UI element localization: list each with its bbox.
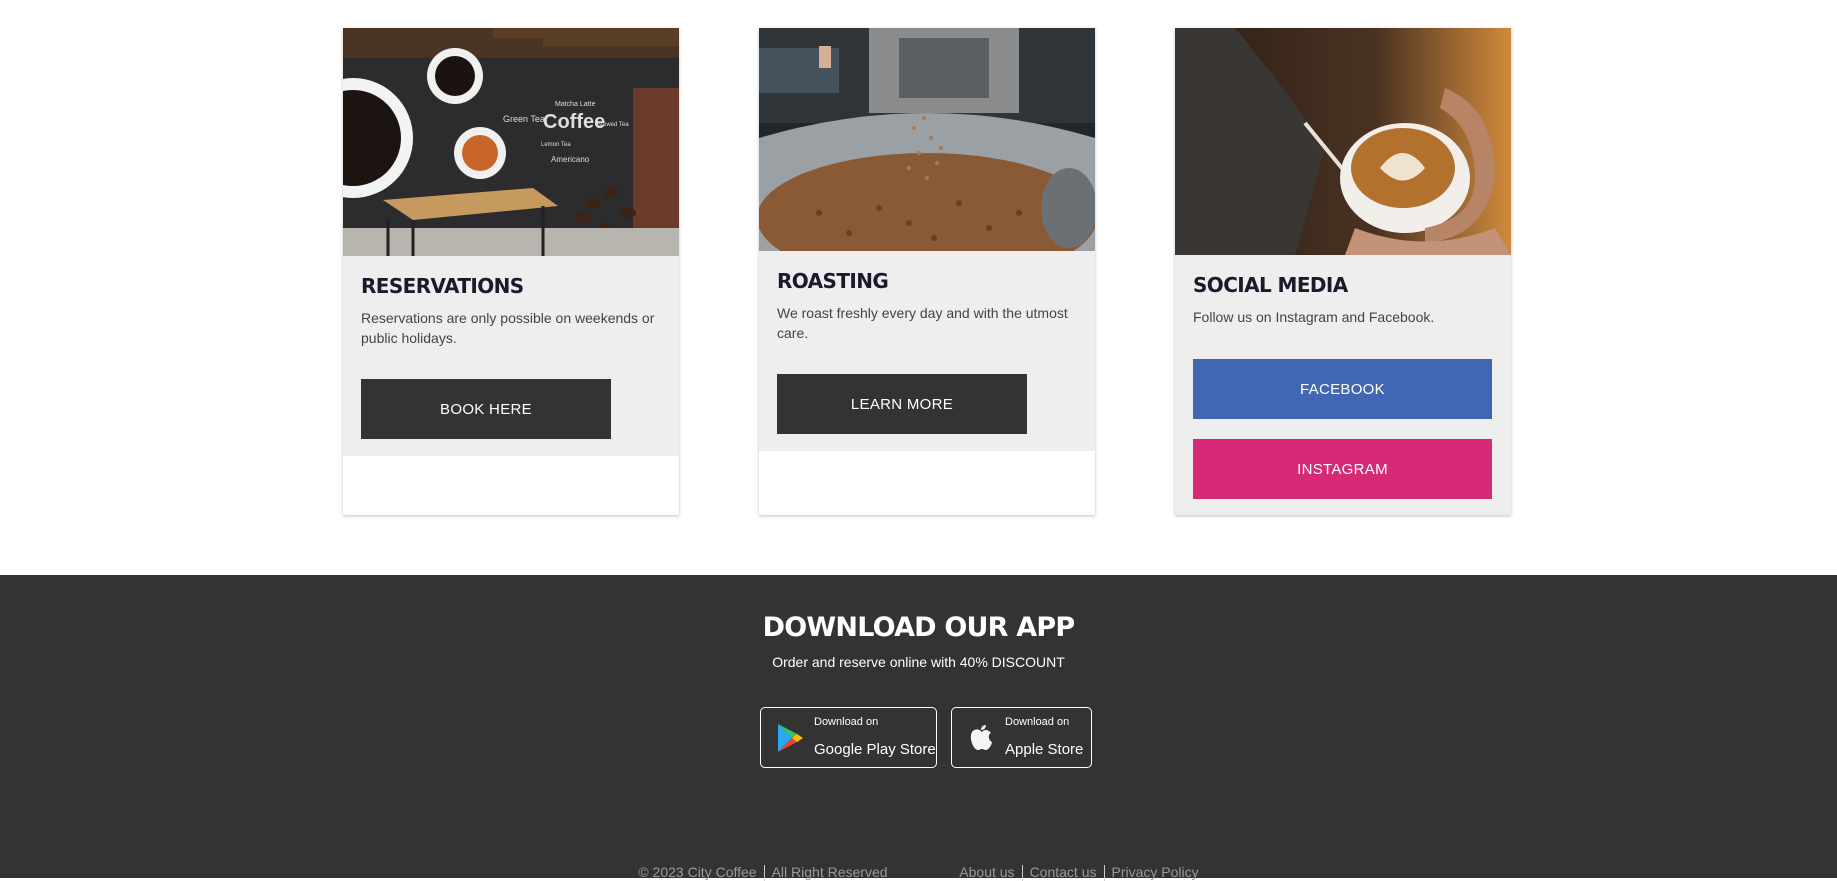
svg-text:Matcha Latte: Matcha Latte [555, 101, 596, 108]
apple-store-button[interactable]: Download on Apple Store [951, 707, 1092, 768]
footer-bottom-bar: © 2023 City Coffee All Right Reserved Abo… [0, 864, 1837, 881]
card-title: RESERVATIONS [361, 274, 524, 298]
svg-text:Coffee: Coffee [543, 111, 605, 133]
store-small-label: Download on [814, 716, 879, 728]
card-title: ROASTING [777, 269, 889, 293]
svg-text:Green Tea: Green Tea [503, 114, 545, 124]
coffee-roaster-image [759, 28, 1095, 251]
google-play-icon [778, 724, 803, 752]
instagram-button[interactable]: INSTAGRAM [1193, 439, 1492, 499]
svg-text:Lemon Tea: Lemon Tea [541, 142, 571, 148]
facebook-button[interactable]: FACEBOOK [1193, 359, 1492, 419]
book-here-button[interactable]: BOOK HERE [361, 379, 611, 439]
footer: DOWNLOAD OUR APP Order and reserve onlin… [0, 575, 1837, 881]
store-name: Apple Store [1005, 741, 1084, 758]
reservations-card: Coffee Green Tea Matcha Latte Americano … [343, 28, 679, 515]
store-small-label: Download on [1005, 716, 1070, 728]
social-media-card: SOCIAL MEDIA Follow us on Instagram and … [1175, 28, 1511, 515]
learn-more-button[interactable]: LEARN MORE [777, 374, 1027, 434]
cafe-interior-image: Coffee Green Tea Matcha Latte Americano … [343, 28, 679, 256]
roasting-card: ROASTING We roast freshly every day and … [759, 28, 1095, 515]
download-app-title: DOWNLOAD OUR APP [762, 612, 1075, 643]
download-app-subtitle: Order and reserve online with 40% DISCOU… [772, 654, 1065, 670]
card-text: We roast freshly every day and with the … [777, 305, 1068, 341]
card-text: Follow us on Instagram and Facebook. [1193, 309, 1435, 325]
google-play-store-button[interactable]: Download on Google Play Store [760, 707, 937, 768]
cards-section: Coffee Green Tea Matcha Latte Americano … [0, 0, 1837, 575]
svg-text:Americano: Americano [551, 155, 590, 164]
card-title: SOCIAL MEDIA [1193, 273, 1348, 297]
apple-icon [970, 725, 992, 750]
card-text: Reservations are only possible on weeken… [361, 310, 655, 346]
latte-art-image [1175, 28, 1511, 255]
svg-text:Brewed Tea: Brewed Tea [597, 122, 629, 128]
store-name: Google Play Store [814, 741, 936, 758]
